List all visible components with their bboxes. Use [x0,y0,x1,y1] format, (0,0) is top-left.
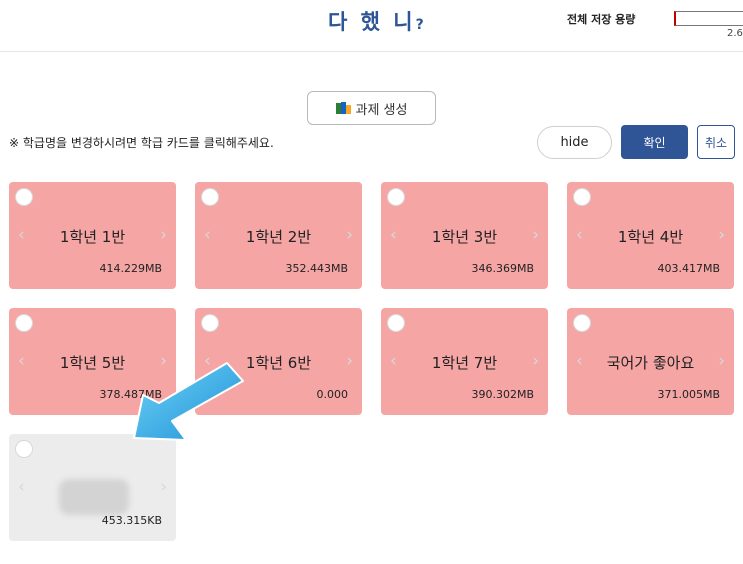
class-size: 453.315KB [101,514,162,527]
class-name: 국어가 좋아요 [606,354,695,372]
class-name: 1학년 5반 [59,354,126,372]
chevron-right-icon[interactable]: › [160,477,167,497]
class-size: 346.369MB [471,262,534,275]
class-size: 390.302MB [471,388,534,401]
select-radio[interactable] [15,314,33,332]
class-card[interactable]: ‹ › 1학년 7반 390.302MB [381,308,548,415]
class-size: 0.000 [316,388,349,401]
app-logo[interactable]: 다 했 니? [328,6,424,36]
class-name: 1학년 6반 [245,354,312,372]
class-name: 1학년 2반 [245,228,312,246]
select-radio[interactable] [201,188,219,206]
class-size: 403.417MB [657,262,720,275]
class-name: 1학년 3반 [431,228,498,246]
rename-notice: ※ 학급명을 변경하시려면 학급 카드를 클릭해주세요. [9,136,274,150]
hide-button[interactable]: hide [537,126,612,159]
class-card[interactable]: ‹ › 1학년 1반 414.229MB [9,182,176,289]
class-card[interactable]: ‹ › 1학년 4반 403.417MB [567,182,734,289]
class-size: 378.487MB [99,388,162,401]
class-card-new[interactable]: ‹ › 453.315KB [9,434,176,541]
class-card[interactable]: ‹ › 1학년 5반 378.487MB [9,308,176,415]
logo-question-mark: ? [415,17,424,33]
class-name: 1학년 7반 [431,354,498,372]
create-assignment-label: 과제 생성 [355,102,408,118]
class-card[interactable]: ‹ › 1학년 6반 0.000 [195,308,362,415]
storage-progress-bar [674,11,743,26]
class-size: 352.443MB [285,262,348,275]
class-size: 414.229MB [99,262,162,275]
class-size: 371.005MB [657,388,720,401]
storage-label: 전체 저장 용량 [567,13,636,26]
select-radio[interactable] [201,314,219,332]
logo-text: 다 했 니 [328,10,416,34]
select-radio[interactable] [573,188,591,206]
chevron-left-icon[interactable]: ‹ [18,477,25,497]
cancel-button[interactable]: 취소 [697,125,735,159]
create-assignment-button[interactable]: 과제 생성 [307,91,436,125]
select-radio[interactable] [573,314,591,332]
top-bar: 다 했 니? 전체 저장 용량 2.6 [0,0,743,52]
storage-value: 2.6 [727,28,743,39]
class-card[interactable]: ‹ › 1학년 2반 352.443MB [195,182,362,289]
select-radio[interactable] [15,440,33,458]
class-card[interactable]: ‹ › 1학년 3반 346.369MB [381,182,548,289]
select-radio[interactable] [387,314,405,332]
books-icon [335,102,351,114]
select-radio[interactable] [387,188,405,206]
confirm-button[interactable]: 확인 [621,125,688,159]
class-name: 1학년 1반 [59,228,126,246]
class-name: 1학년 4반 [617,228,684,246]
class-card[interactable]: ‹ › 국어가 좋아요 371.005MB [567,308,734,415]
blurred-class-name [59,479,129,515]
select-radio[interactable] [15,188,33,206]
